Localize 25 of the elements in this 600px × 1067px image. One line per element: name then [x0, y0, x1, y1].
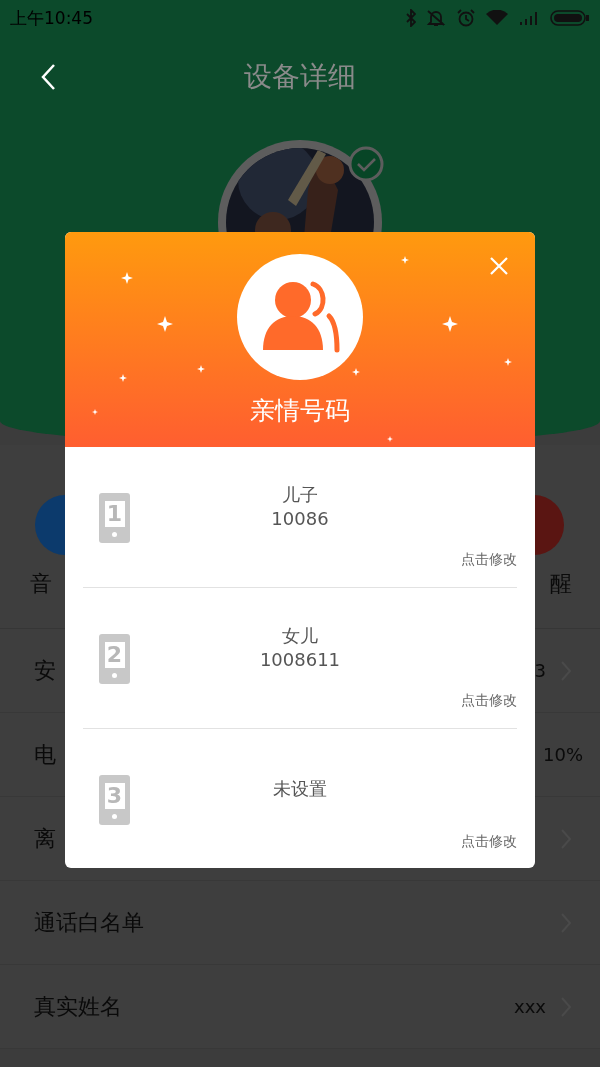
phone-slot-icon: 1	[99, 493, 130, 543]
edit-link[interactable]: 点击修改	[461, 551, 517, 569]
alarm-icon	[456, 9, 476, 27]
mute-bell-icon	[426, 9, 446, 27]
contact-number: 1008611	[259, 648, 341, 672]
edit-link[interactable]: 点击修改	[461, 833, 517, 851]
contact-number: 10086	[271, 507, 329, 531]
contact-name: 儿子	[282, 483, 318, 507]
edit-link[interactable]: 点击修改	[461, 692, 517, 710]
contact-row[interactable]: 2 女儿 1008611 点击修改	[65, 588, 535, 728]
wifi-icon	[486, 10, 508, 26]
back-icon[interactable]	[40, 63, 56, 91]
contact-row[interactable]: 3 未设置 点击修改	[65, 729, 535, 868]
bluetooth-icon	[406, 9, 416, 27]
contact-name: 女儿	[282, 624, 318, 648]
phone-slot-icon: 2	[99, 634, 130, 684]
contact-row[interactable]: 1 儿子 10086 点击修改	[65, 447, 535, 587]
signal-icon	[518, 11, 540, 25]
phone-slot-icon: 3	[99, 775, 130, 825]
page-title: 设备详细	[244, 59, 356, 95]
contacts-icon	[237, 254, 363, 380]
dialog-title: 亲情号码	[250, 395, 350, 427]
battery-icon	[550, 10, 590, 26]
contact-name: 未设置	[273, 777, 327, 801]
status-time: 上午10:45	[10, 6, 93, 30]
